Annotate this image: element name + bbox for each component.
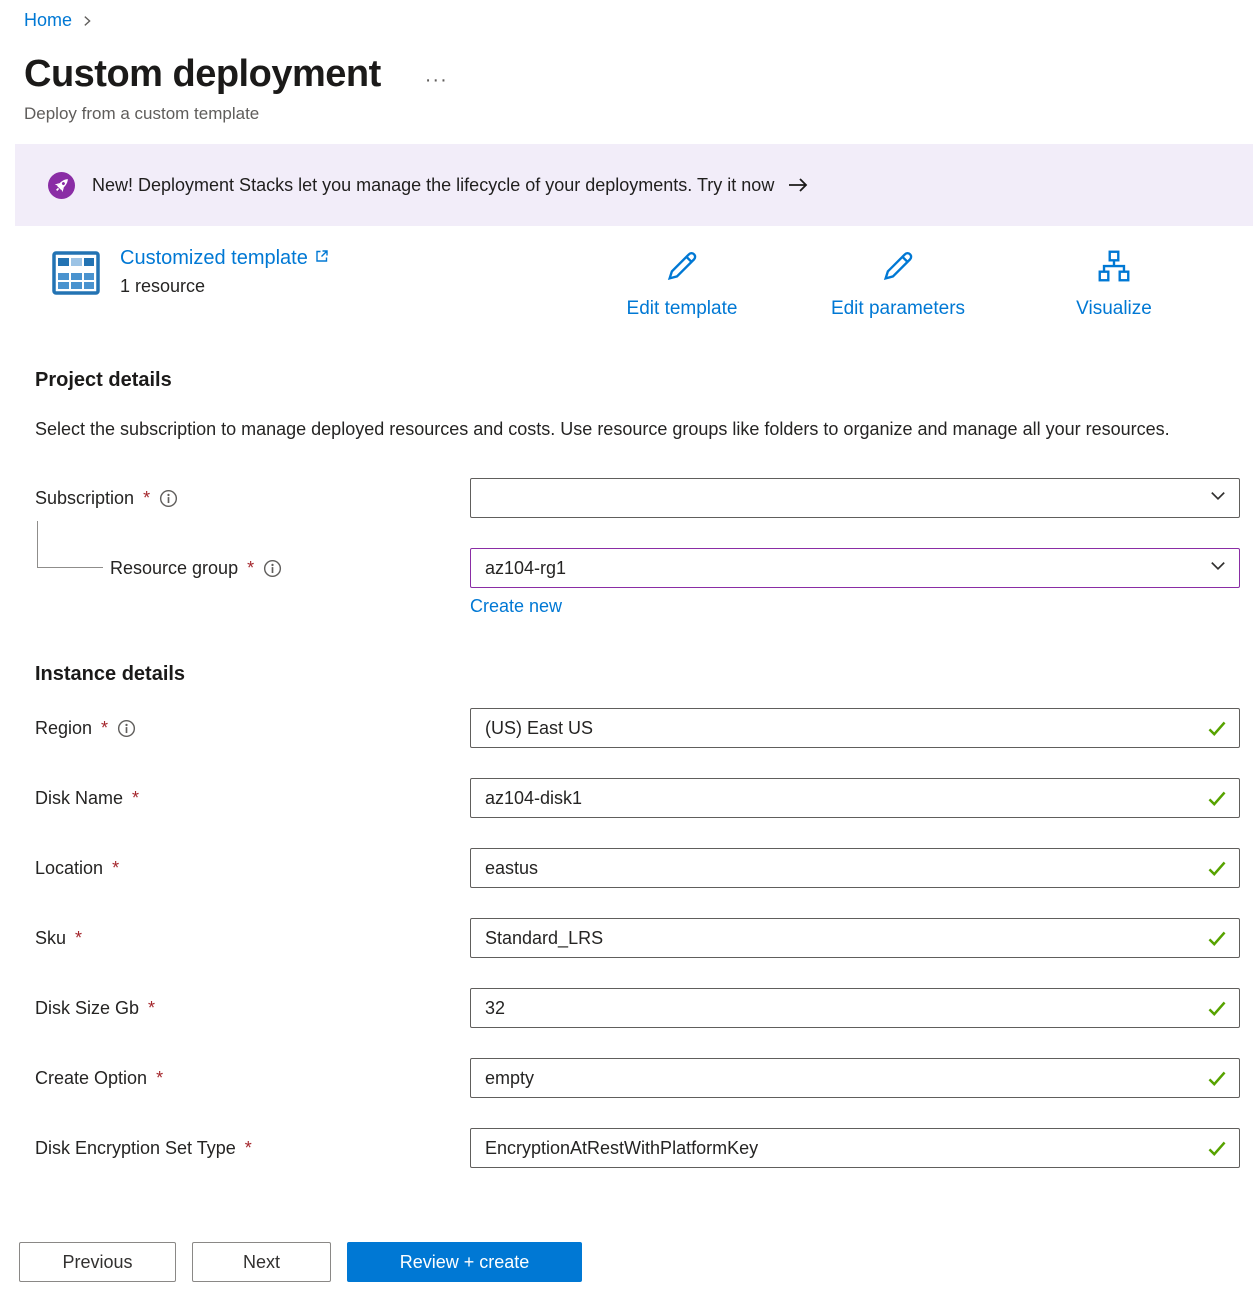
required-marker: * [101,718,108,739]
previous-button[interactable]: Previous [19,1242,176,1282]
resource-group-value: az104-rg1 [485,558,566,579]
edit-parameters-label: Edit parameters [831,298,965,320]
subscription-row: Subscription * [35,478,1240,518]
create-option-label: Create Option [35,1068,147,1089]
disk-size-label: Disk Size Gb [35,998,139,1019]
required-marker: * [148,998,155,1019]
edit-template-label: Edit template [627,298,738,320]
instance-details-heading: Instance details [35,663,1240,686]
template-name: Customized template [120,247,308,270]
project-details-description: Select the subscription to manage deploy… [35,414,1185,444]
location-label: Location [35,858,103,879]
info-icon[interactable] [159,489,178,508]
project-details-heading: Project details [35,369,1240,392]
page-title: Custom deployment [24,53,381,96]
required-marker: * [112,858,119,879]
validation-check-icon [1206,1067,1228,1089]
chevron-down-icon [1209,487,1227,510]
disk-name-row: Disk Name * [35,778,1240,818]
page-subtitle: Deploy from a custom template [24,104,1253,124]
disk-name-input[interactable] [470,778,1240,818]
breadcrumb-chevron-icon [80,14,94,28]
disk-size-row: Disk Size Gb * [35,988,1240,1028]
external-link-icon [314,247,330,270]
next-button[interactable]: Next [192,1242,331,1282]
disk-encryption-set-type-row: Disk Encryption Set Type * [35,1128,1240,1168]
info-icon[interactable] [117,719,136,738]
edit-parameters-button[interactable]: Edit parameters [823,247,973,320]
orgchart-icon [1095,247,1133,290]
subscription-label: Subscription [35,488,134,509]
arrow-right-icon [787,176,809,194]
create-option-row: Create Option * [35,1058,1240,1098]
customized-template-link[interactable]: Customized template [120,247,330,270]
sku-row: Sku * [35,918,1240,958]
disk-encryption-set-type-input[interactable] [470,1128,1240,1168]
disk-encryption-set-type-label: Disk Encryption Set Type [35,1138,236,1159]
create-option-input[interactable] [470,1058,1240,1098]
required-marker: * [132,788,139,809]
required-marker: * [143,488,150,509]
region-row: Region * [35,708,1240,748]
location-input[interactable] [470,848,1240,888]
deployment-stacks-banner[interactable]: New! Deployment Stacks let you manage th… [15,144,1253,226]
info-icon[interactable] [263,559,282,578]
validation-check-icon [1206,787,1228,809]
template-summary: Customized template 1 resource Edit temp… [52,247,1238,320]
breadcrumb-home-link[interactable]: Home [24,10,72,31]
region-input[interactable] [470,708,1240,748]
banner-message: New! Deployment Stacks let you manage th… [92,175,774,196]
disk-name-label: Disk Name [35,788,123,809]
region-label: Region [35,718,92,739]
template-resource-count: 1 resource [120,276,330,297]
more-options-button[interactable]: ··· [425,70,448,90]
visualize-button[interactable]: Visualize [1039,247,1189,320]
visualize-label: Visualize [1076,298,1152,320]
create-new-link[interactable]: Create new [470,596,562,616]
validation-check-icon [1206,717,1228,739]
rocket-icon [48,172,75,199]
review-create-button[interactable]: Review + create [347,1242,582,1282]
hierarchy-connector [37,521,103,568]
validation-check-icon [1206,857,1228,879]
sku-input[interactable] [470,918,1240,958]
breadcrumb: Home [24,10,1253,31]
resource-group-row: Resource group * az104-rg1 [35,548,1240,588]
edit-template-button[interactable]: Edit template [607,247,757,320]
validation-check-icon [1206,997,1228,1019]
subscription-dropdown[interactable] [470,478,1240,518]
location-row: Location * [35,848,1240,888]
template-icon [52,251,100,300]
validation-check-icon [1206,1137,1228,1159]
required-marker: * [75,928,82,949]
required-marker: * [247,558,254,579]
sku-label: Sku [35,928,66,949]
validation-check-icon [1206,927,1228,949]
resource-group-dropdown[interactable]: az104-rg1 [470,548,1240,588]
pencil-icon [879,247,917,290]
resource-group-label: Resource group [110,558,238,579]
required-marker: * [245,1138,252,1159]
required-marker: * [156,1068,163,1089]
chevron-down-icon [1209,557,1227,580]
disk-size-input[interactable] [470,988,1240,1028]
footer-action-bar: Previous Next Review + create [0,1224,1253,1290]
pencil-icon [663,247,701,290]
